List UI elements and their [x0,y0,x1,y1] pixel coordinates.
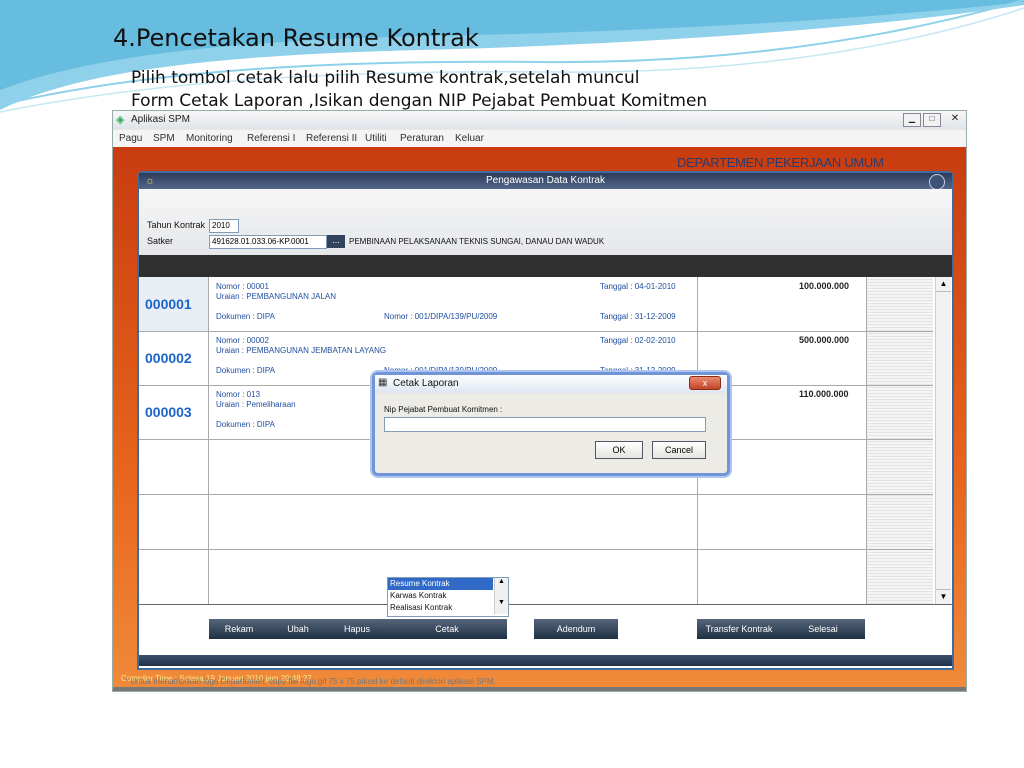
satker-name: PEMBINAAN PELAKSANAAN TEKNIS SUNGAI, DAN… [349,237,605,246]
dialog-close-button[interactable]: x [689,376,721,390]
row-number[interactable]: 000003 [145,404,192,420]
footer-note: * Untuk menampilkan logo Departemen, cop… [125,677,496,686]
scroll-down-icon[interactable]: ▼ [936,589,951,604]
cetak-option-resume-kontrak[interactable]: Resume Kontrak [388,578,493,590]
status-divider [113,687,966,691]
form-close-icon[interactable] [929,174,945,190]
row-uraian: Uraian : PEMBANGUNAN JEMBATAN LAYANG [216,346,387,355]
nip-label: Nip Pejabat Pembuat Komitmen : [384,405,503,414]
row-amount: 500.000.000 [799,335,850,345]
menu-referensi-1[interactable]: Referensi I [247,133,295,144]
dialog-title: Cetak Laporan [393,378,459,389]
row-uraian: Uraian : Pemeliharaan [216,400,296,409]
satker-field[interactable]: 491628.01.033.06-KP.0001 [209,235,327,249]
menu-bar: Pagu SPM Monitoring Referensi I Referens… [113,130,966,147]
transfer-kontrak-button[interactable]: Transfer Kontrak [697,619,781,639]
row-nomor: Nomor : 013 [216,390,261,399]
banner-text: DEPARTEMEN PEKERJAAN UMUM [677,155,884,170]
ok-button[interactable]: OK [595,441,643,459]
app-icon: ◈ [116,114,125,126]
dropdown-down-icon[interactable]: ▼ [495,599,508,606]
nip-input[interactable] [384,417,706,432]
dropdown-scrollbar[interactable]: ▲ ▼ [494,578,508,614]
row-tanggal-dipa: Tanggal : 31-12-2009 [600,312,676,321]
row-dokumen: Dokumen : DIPA [216,366,275,375]
menu-pagu[interactable]: Pagu [119,133,142,144]
scroll-up-icon[interactable]: ▲ [936,277,951,292]
grid-header [139,255,952,277]
menu-spm[interactable]: SPM [153,133,175,144]
window-titlebar: ◈ Aplikasi SPM ▁ □ ✕ [113,111,966,129]
satker-label: Satker [147,236,174,246]
form-title: Pengawasan Data Kontrak [486,175,605,186]
cetak-option-karwas-kontrak[interactable]: Karwas Kontrak [388,590,508,602]
cetak-dropdown-list[interactable]: Resume Kontrak Karwas Kontrak Realisasi … [387,577,509,617]
slide-instruction-line-1: Pilih tombol cetak lalu pilih Resume kon… [131,68,640,88]
row-number[interactable]: 000001 [145,296,192,312]
row-amount: 100.000.000 [799,281,850,291]
slide-title: 4.Pencetakan Resume Kontrak [113,24,479,52]
menu-monitoring[interactable]: Monitoring [186,133,233,144]
rekam-button[interactable]: Rekam [209,619,269,639]
grid-bottom-line [139,604,952,605]
row-dokumen: Dokumen : DIPA [216,312,275,321]
close-window-button[interactable]: ✕ [947,113,963,125]
row-uraian: Uraian : PEMBANGUNAN JALAN [216,292,337,301]
menu-referensi-2[interactable]: Referensi II [306,133,357,144]
cetak-button[interactable]: Cetak [387,619,507,639]
cancel-button[interactable]: Cancel [652,441,706,459]
grid-row-line [139,549,933,550]
maximize-button[interactable]: □ [923,113,941,127]
grid-scrollbar[interactable]: ▲ ▼ [935,277,951,604]
tahun-kontrak-label: Tahun Kontrak [147,220,206,230]
row-dokumen: Dokumen : DIPA [216,420,275,429]
cetak-option-realisasi-kontrak[interactable]: Realisasi Kontrak [388,602,508,614]
grid-row-line [139,494,933,495]
grid-row-line [139,331,933,332]
printer-icon: ▦ [378,377,388,388]
ubah-button[interactable]: Ubah [269,619,327,639]
row-number[interactable]: 000002 [145,350,192,366]
cetak-laporan-dialog: ▦ Cetak Laporan x Nip Pejabat Pembuat Ko… [372,372,730,476]
hapus-button[interactable]: Hapus [327,619,387,639]
dropdown-up-icon[interactable]: ▲ [495,578,508,585]
grid-hatched-column [867,277,933,605]
grid-col-divider-1 [208,277,209,605]
form-titlebar: ☼ Pengawasan Data Kontrak [139,173,952,190]
menu-keluar[interactable]: Keluar [455,133,484,144]
slide-instruction-line-2: Form Cetak Laporan ,Isikan dengan NIP Pe… [131,91,708,111]
selesai-button[interactable]: Selesai [781,619,865,639]
window-title: Aplikasi SPM [131,114,190,125]
adendum-button[interactable]: Adendum [534,619,618,639]
row-nomor-dipa: Nomor : 001/DIPA/139/PU/2009 [384,312,498,321]
row-tanggal: Tanggal : 04-01-2010 [600,282,676,291]
tahun-kontrak-field[interactable]: 2010 [209,219,239,233]
form-logo-icon: ☼ [145,175,156,187]
row-nomor: Nomor : 00001 [216,282,269,291]
row-tanggal: Tanggal : 02-02-2010 [600,336,676,345]
satker-browse-button[interactable]: ... [327,235,345,248]
menu-utiliti[interactable]: Utiliti [365,133,387,144]
minimize-button[interactable]: ▁ [903,113,921,127]
form-bottom-strip [139,655,952,666]
menu-peraturan[interactable]: Peraturan [400,133,444,144]
row-nomor: Nomor : 00002 [216,336,269,345]
dialog-titlebar: ▦ Cetak Laporan x [375,375,727,393]
row-amount: 110.000.000 [799,389,849,399]
